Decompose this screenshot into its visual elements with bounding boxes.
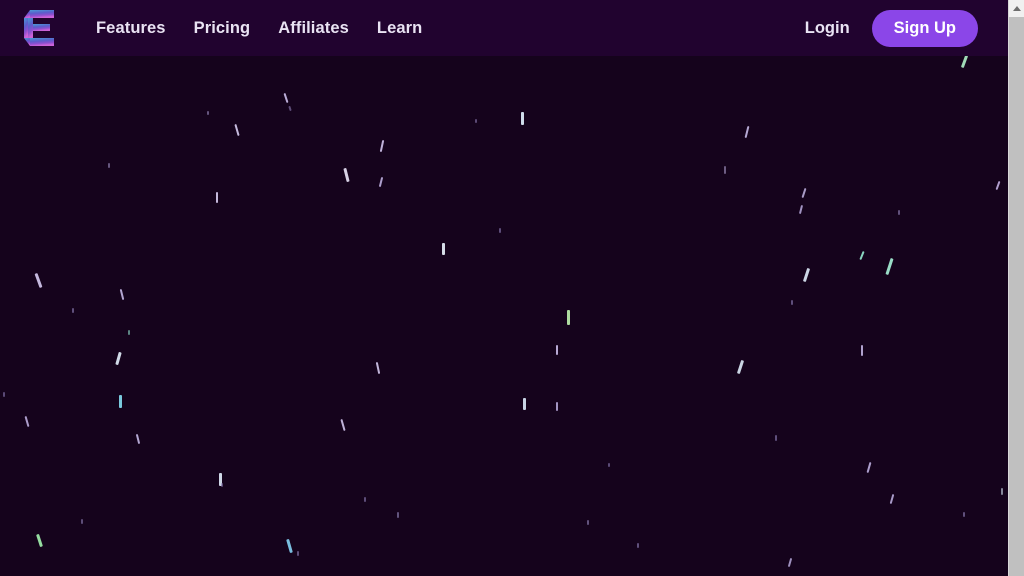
particle-streak <box>787 557 793 568</box>
particle-streak <box>135 433 141 445</box>
particle-streak <box>442 243 445 255</box>
particle-streak <box>234 123 240 137</box>
particle-streak <box>119 288 125 301</box>
particle-streak <box>798 204 804 215</box>
site-header: Features Pricing Affiliates Learn Login … <box>0 0 1008 56</box>
particle-streak <box>791 300 793 305</box>
auth-navigation: Login Sign Up <box>805 9 978 47</box>
triangle-up-icon <box>1012 6 1021 11</box>
nav-link-affiliates[interactable]: Affiliates <box>278 19 349 38</box>
brand-logo-icon <box>24 10 54 46</box>
particle-streak <box>108 163 110 168</box>
vertical-scrollbar[interactable] <box>1008 0 1024 576</box>
particle-streak <box>898 210 900 215</box>
login-link[interactable]: Login <box>805 19 850 38</box>
particle-streak <box>866 461 872 474</box>
particle-streak <box>556 345 558 355</box>
particle-streak <box>724 166 726 174</box>
nav-link-learn[interactable]: Learn <box>377 19 422 38</box>
particle-streak <box>960 54 969 69</box>
particle-streak <box>587 520 589 525</box>
particle-streak <box>72 308 74 313</box>
particle-streak <box>801 187 807 199</box>
particle-streak <box>859 250 865 261</box>
particle-streak <box>343 167 350 183</box>
particle-streak <box>24 415 30 428</box>
particle-streak <box>128 330 130 335</box>
nav-link-features[interactable]: Features <box>96 19 166 38</box>
particle-streak <box>802 267 811 283</box>
particle-streak <box>775 435 777 441</box>
particle-streak <box>216 192 218 203</box>
particle-streak <box>523 398 526 410</box>
hero-section <box>0 0 1008 576</box>
particle-streak <box>567 310 570 325</box>
particle-streak <box>288 105 292 112</box>
particle-streak <box>995 180 1001 191</box>
particle-streak <box>207 111 209 115</box>
particle-streak <box>115 351 122 366</box>
particle-streak <box>378 176 384 188</box>
particle-streak <box>1001 488 1003 495</box>
brand-logo-link[interactable] <box>24 8 58 48</box>
scrollbar-track[interactable] <box>1009 17 1024 576</box>
particle-streak <box>283 92 289 104</box>
particle-streak <box>379 139 385 153</box>
particle-streak <box>556 402 558 411</box>
scroll-up-arrow-icon[interactable] <box>1009 0 1024 17</box>
particle-streak <box>3 392 5 397</box>
particle-streak <box>475 119 477 123</box>
particle-streak <box>608 463 610 467</box>
particle-streak <box>34 272 43 289</box>
nav-link-pricing[interactable]: Pricing <box>194 19 251 38</box>
sign-up-button[interactable]: Sign Up <box>871 9 978 47</box>
particle-streak <box>286 538 293 554</box>
particle-streak <box>340 418 346 432</box>
particle-streak <box>397 512 399 518</box>
browser-page: Features Pricing Affiliates Learn Login … <box>0 0 1024 576</box>
scrollbar-thumb[interactable] <box>1009 17 1024 576</box>
page-viewport: Features Pricing Affiliates Learn Login … <box>0 0 1008 576</box>
particle-streak <box>81 519 83 524</box>
particle-streak <box>889 493 895 505</box>
particle-streak <box>297 551 299 556</box>
particle-streak <box>119 395 122 408</box>
particle-streak <box>219 473 222 486</box>
particle-streak <box>499 228 501 233</box>
particle-streak <box>521 112 524 125</box>
particle-streak <box>364 497 366 502</box>
particle-streak <box>736 359 745 375</box>
particle-streak <box>861 345 863 356</box>
particle-streak <box>963 512 965 517</box>
particle-streak <box>885 257 894 276</box>
particle-streak <box>744 125 750 139</box>
particle-streak <box>375 361 381 375</box>
main-navigation: Features Pricing Affiliates Learn <box>96 19 422 38</box>
particle-streak <box>637 543 639 548</box>
particle-streak <box>221 483 223 487</box>
particle-streak <box>36 533 43 548</box>
